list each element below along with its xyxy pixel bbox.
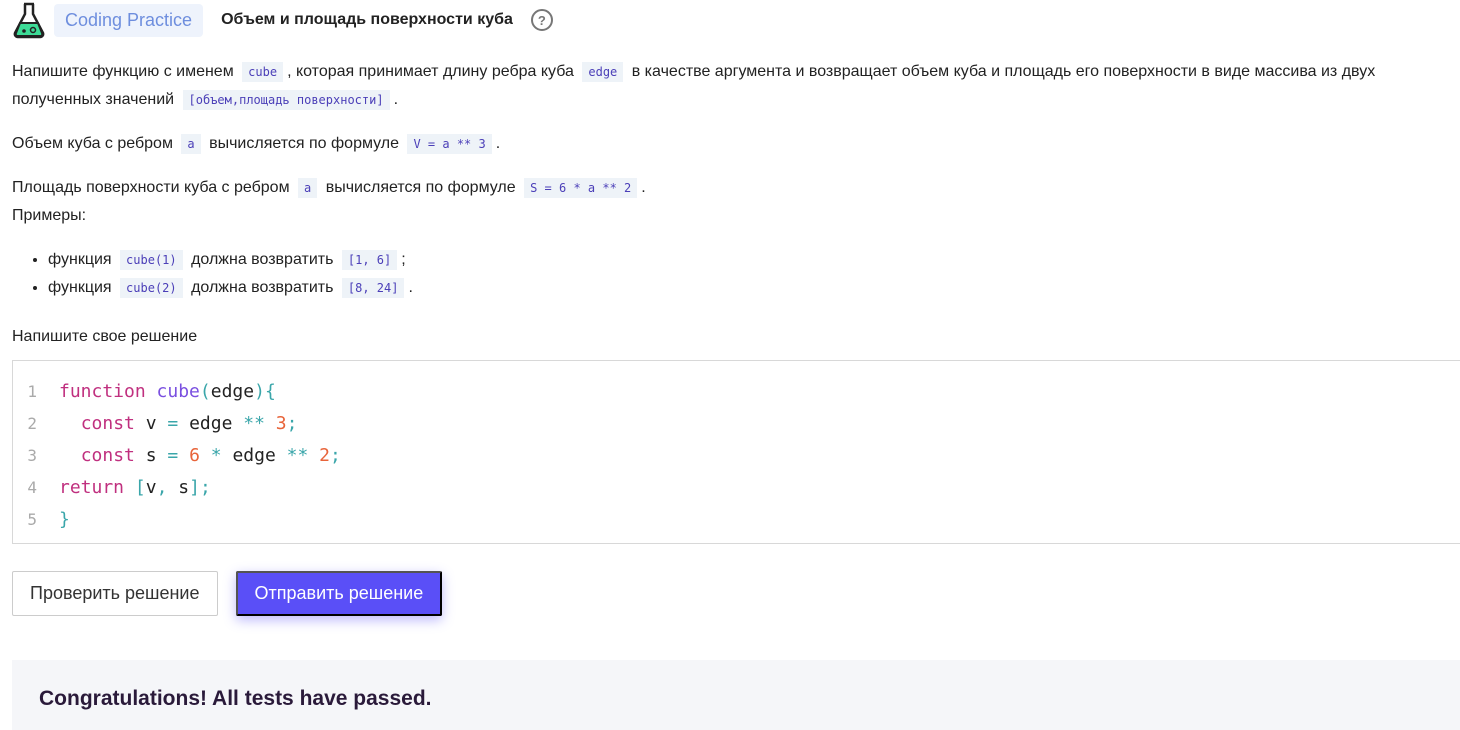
text: вычисляется по формуле [209,135,400,152]
result-message: Congratulations! All tests have passed. [39,687,432,710]
code-token: edge [210,380,255,402]
code-inline: a [181,134,201,154]
text: . [641,179,646,196]
code-token: const [80,444,135,466]
code-token: ; [330,444,341,466]
code-inline: cube(2) [120,278,183,298]
line-number: 5 [27,509,37,529]
text: . [393,91,399,108]
code-token: return [59,476,125,498]
code-token: ; [199,476,211,498]
text: , которая принимает длину ребра куба [287,63,574,80]
code-token: , [156,476,168,498]
code-token: ** [243,412,265,434]
line-number: 3 [27,445,37,465]
code-content: const v = edge ** 3; [59,412,298,434]
example-item: функция cube(1) должна возвратить [1, 6]… [48,246,1452,274]
code-inline: edge [582,62,624,82]
code-content: } [59,509,70,530]
desc-p3: Площадь поверхности куба с ребром a вычи… [12,174,1452,202]
code-line[interactable]: 1 function cube(edge){ [13,375,1460,407]
text: функция [48,279,112,296]
code-token: ** [286,444,309,466]
text: вычисляется по формуле [325,179,516,196]
text: должна возвратить [191,251,334,268]
code-token: = [167,444,179,466]
code-token: const [80,412,135,434]
desc-p1: Напишите функцию с именем cube, которая … [12,58,1452,114]
code-token: = [167,412,179,434]
code-line[interactable]: 4 return [v, s]; [13,471,1460,503]
coding-practice-badge[interactable]: Coding Practice [54,3,204,37]
examples-label: Примеры: [12,207,87,224]
code-token: edge [221,444,287,466]
submit-solution-button[interactable]: Отправить решение [235,571,443,616]
code-inline: [8, 24] [341,278,405,298]
code-token: 2 [319,444,331,466]
code-inline: V = a ** 3 [407,134,492,154]
examples-list: функция cube(1) должна возвратить [1, 6]… [48,246,1452,302]
code-line[interactable]: 3 const s = 6 * edge ** 2; [13,439,1460,471]
help-icon[interactable]: ? [530,9,553,31]
check-solution-button[interactable]: Проверить решение [12,571,218,616]
text: ; [401,251,406,268]
code-token: ] [189,476,200,498]
text: . [495,135,501,152]
solution-label: Напишите свое решение [12,328,198,345]
code-token: * [210,444,222,466]
page-title: Объем и площадь поверхности куба [221,11,513,28]
text: Объем куба с ребром [12,135,173,152]
code-content: return [v, s]; [59,477,211,498]
code-token: { [264,380,276,402]
code-token: v [145,476,157,498]
desc-p2: Объем куба с ребром a вычисляется по фор… [12,130,1452,158]
code-token: v [134,412,168,434]
code-editor[interactable]: 1 function cube(edge){2 const v = edge **… [12,360,1460,544]
text: должна возвратить [191,279,334,296]
code-line[interactable]: 2 const v = edge ** 3; [13,407,1460,439]
code-token: 6 [189,444,200,466]
code-token: cube [156,380,200,402]
code-token: 3 [275,412,287,434]
code-inline: cube(1) [120,250,183,270]
code-inline: [1, 6] [341,250,398,270]
text: функция [48,251,112,268]
code-token: } [59,508,70,530]
line-number: 1 [27,381,37,401]
code-token: [ [134,476,146,498]
code-token: function [59,380,146,402]
header: Coding Practice Объем и площадь поверхно… [10,2,553,39]
code-content: const s = 6 * edge ** 2; [59,445,341,466]
code-token: s [167,476,190,498]
code-content: function cube(edge){ [59,381,276,402]
line-number: 2 [27,413,37,433]
code-token: edge [178,412,244,434]
task-description: Напишите функцию с именем cube, которая … [12,58,1452,302]
code-inline: S = 6 * a ** 2 [524,178,638,198]
example-item: функция cube(2) должна возвратить [8, 24… [48,274,1452,302]
text: Напишите функцию с именем [12,63,234,80]
line-number: 4 [27,477,37,497]
code-line[interactable]: 5} [13,503,1460,535]
code-token: ; [286,412,298,434]
code-token: ) [254,380,265,402]
text: . [408,279,413,296]
flask-logo-icon [13,2,45,39]
code-inline: cube [242,62,284,82]
text: Площадь поверхности куба с ребром [12,179,290,196]
action-buttons: Проверить решение Отправить решение [12,571,443,616]
code-token: ( [199,380,211,402]
code-inline: [объем,площадь поверхности] [182,90,390,110]
code-token: s [134,444,168,466]
code-inline: a [298,178,318,198]
